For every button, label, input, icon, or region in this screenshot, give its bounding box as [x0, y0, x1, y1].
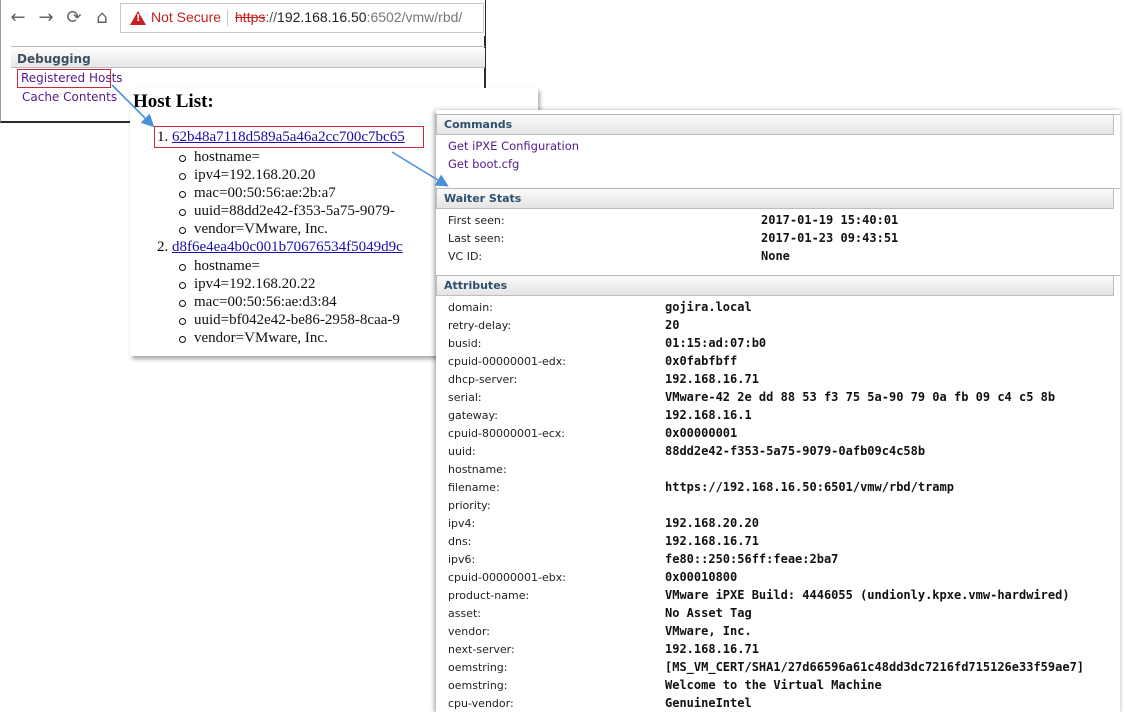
host-attr: uuid=88dd2e42-f353-5a75-9079-: [179, 203, 395, 219]
get-boot-cfg-link[interactable]: Get boot.cfg: [448, 157, 519, 171]
row-value: 2017-01-23 09:43:51: [761, 231, 899, 245]
row-label: domain:: [448, 301, 493, 314]
row-label: hostname:: [448, 463, 507, 476]
host-attr: mac=00:50:56:ae:2b:a7: [179, 185, 336, 201]
waiter-stats-section: Waiter Stats First seen: 2017-01-19 15:40…: [436, 188, 1120, 269]
host-attr: ipv4=192.168.20.20: [178, 167, 316, 183]
highlight-box-host-1: [154, 126, 424, 148]
row-value: VMware iPXE Build: 4446055 (undionly.kpx…: [665, 588, 1070, 602]
row-value: 192.168.16.71: [665, 534, 759, 548]
row-value: [MS_VM_CERT/SHA1/27d66596a61c48dd3dc7216…: [665, 660, 1085, 674]
row-value: VMware, Inc.: [665, 624, 752, 638]
row-label: asset:: [448, 607, 481, 620]
row-value: None: [761, 249, 790, 263]
omnibox-divider: [227, 10, 228, 26]
row-value: Welcome to the Virtual Machine: [665, 678, 882, 692]
row-label: ipv4:: [448, 517, 476, 530]
not-secure-label[interactable]: Not Secure: [151, 9, 221, 25]
row-label: product-name:: [448, 589, 530, 602]
host-attr: vendor=VMware, Inc.: [179, 330, 328, 346]
row-value: 88dd2e42-f353-5a75-9079-0afb09c4c58b: [665, 444, 926, 458]
commands-section: Commands Get iPXE Configuration Get boot…: [436, 114, 1120, 181]
row-label: oemstring:: [448, 679, 508, 692]
row-value: 0x0fabfbff: [665, 354, 738, 368]
row-label: next-server:: [448, 643, 515, 656]
host-attr: ipv4=192.168.20.22: [178, 276, 316, 292]
row-value: 0x00010800: [665, 570, 738, 584]
row-label: cpuid-00000001-ebx:: [448, 571, 566, 584]
row-label: cpu-vendor:: [448, 697, 514, 710]
url-separator: ://: [265, 9, 278, 25]
host-link-2[interactable]: d8f6e4ea4b0c001b70676534f5049d9c: [172, 239, 403, 255]
host-detail-page: Commands Get iPXE Configuration Get boot…: [436, 110, 1120, 712]
row-label: priority:: [448, 499, 491, 512]
row-label: ipv6:: [448, 553, 476, 566]
row-value: 192.168.16.71: [665, 372, 759, 386]
host-attr: vendor=VMware, Inc.: [179, 221, 328, 237]
row-value: 192.168.16.1: [665, 408, 752, 422]
host-attr: hostname=: [179, 149, 260, 165]
row-value: No Asset Tag: [665, 606, 752, 620]
row-label: cpuid-00000001-edx:: [448, 355, 566, 368]
waiter-stats-header: Waiter Stats: [436, 189, 1114, 209]
attributes-section: Attributes domain: gojira.local retry-dela…: [436, 275, 1120, 712]
url-scheme: https: [235, 9, 266, 25]
row-label: First seen:: [448, 214, 505, 227]
row-label: uuid:: [448, 445, 476, 458]
back-arrow-icon[interactable]: ←: [7, 7, 29, 29]
row-value: GenuineIntel: [665, 696, 752, 710]
host-item-2: 2. d8f6e4ea4b0c001b70676534f5049d9c: [157, 239, 403, 256]
host-attr: mac=00:50:56:ae:d3:84: [179, 294, 337, 310]
address-bar-row: ← → ⟳ ⌂ ! Not Secure https://192.168.16.…: [1, 0, 485, 36]
row-value: 01:15:ad:07:b0: [665, 336, 767, 350]
row-label: vendor:: [448, 625, 490, 638]
highlight-box-registered-hosts: [17, 69, 111, 88]
row-value: https://192.168.16.50:6501/vmw/rbd/tramp: [665, 480, 954, 494]
row-value: 192.168.16.71: [665, 642, 759, 656]
reload-icon[interactable]: ⟳: [63, 7, 85, 29]
attributes-header: Attributes: [436, 276, 1114, 296]
row-label: VC ID:: [448, 250, 483, 263]
row-value: 20: [665, 318, 680, 332]
commands-header: Commands: [436, 115, 1114, 135]
row-value: VMware-42 2e dd 88 53 f3 75 5a-90 79 0a …: [665, 390, 1056, 404]
warning-triangle-icon: !: [130, 11, 146, 25]
row-value: 2017-01-19 15:40:01: [761, 213, 899, 227]
home-icon[interactable]: ⌂: [91, 7, 113, 29]
row-value: fe80::250:56ff:feae:2ba7: [665, 552, 839, 566]
debugging-header: Debugging: [11, 48, 485, 68]
row-value: 0x00000001: [665, 426, 738, 440]
row-label: Last seen:: [448, 232, 505, 245]
row-label: retry-delay:: [448, 319, 512, 332]
row-label: serial:: [448, 391, 482, 404]
row-label: oemstring:: [448, 661, 508, 674]
get-ipxe-configuration-link[interactable]: Get iPXE Configuration: [448, 139, 579, 153]
host-list-title: Host List:: [133, 91, 214, 112]
row-label: dns:: [448, 535, 472, 548]
forward-arrow-icon[interactable]: →: [35, 7, 57, 29]
host-number: 2.: [157, 239, 169, 255]
url-port: :6502: [366, 9, 402, 25]
row-label: cpuid-80000001-ecx:: [448, 427, 565, 440]
url-path: /vmw/rbd/: [401, 9, 463, 25]
url-text[interactable]: https://192.168.16.50:6502/vmw/rbd/: [235, 9, 462, 25]
row-value: 192.168.20.20: [665, 516, 759, 530]
row-label: dhcp-server:: [448, 373, 518, 386]
row-label: busid:: [448, 337, 482, 350]
host-attr: hostname=: [179, 258, 260, 274]
host-attr: uuid=bf042e42-be86-2958-8caa-9: [179, 312, 400, 328]
row-value: gojira.local: [665, 300, 752, 314]
cache-contents-link[interactable]: Cache Contents: [22, 90, 117, 104]
url-host: 192.168.16.50: [277, 9, 367, 25]
row-label: filename:: [448, 481, 500, 494]
address-bar[interactable]: ! Not Secure https://192.168.16.50:6502/…: [120, 3, 484, 33]
row-label: gateway:: [448, 409, 498, 422]
